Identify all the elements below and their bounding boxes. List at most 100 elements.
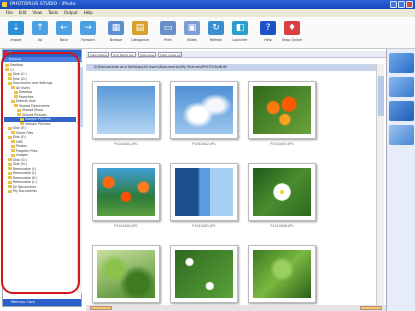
status-segment [90, 306, 112, 310]
menu-item-help[interactable]: Help [84, 9, 93, 17]
folder-icon [17, 108, 21, 112]
toolbar-label: Up [37, 38, 43, 42]
up-button[interactable]: ↑ Up [28, 17, 52, 49]
categorize-icon: ▤ [132, 21, 148, 35]
filter-dropdown[interactable]: Date range All [158, 51, 183, 57]
photo-image [253, 168, 311, 216]
print-icon: ▭ [160, 21, 176, 35]
memory-card-label: Memory Card [11, 300, 35, 304]
menu-item-output[interactable]: Output [64, 9, 78, 17]
forward-arrow-icon: → [80, 21, 96, 35]
shop-online-button[interactable]: ♦ Shop Online [280, 17, 304, 49]
folder-icon [11, 86, 15, 90]
close-panel-icon[interactable] [4, 51, 8, 55]
title-bar: IPHOTOPLUS STUDIO - iPhoto [0, 0, 415, 9]
browse-button[interactable]: ▦ Browse [104, 17, 128, 49]
close-button[interactable] [406, 1, 413, 8]
folder-icon [11, 149, 15, 153]
launcher-button[interactable]: ◧ Launcher [228, 17, 252, 49]
toolbar-label: Forward [81, 38, 95, 42]
slideshow-icon: ▣ [184, 21, 200, 35]
folder-icon [8, 189, 12, 193]
size-dropdown[interactable]: Size Large [137, 51, 157, 57]
thumbnail-frame [92, 245, 160, 303]
memory-card-tab[interactable]: Memory Card [3, 299, 81, 306]
thumbnail-item[interactable]: P1010006.JPG [246, 161, 318, 231]
folder-icon [11, 153, 15, 157]
thumbnail-caption: P1010006.JPG [270, 224, 294, 228]
toolbar-label: Import [10, 38, 22, 42]
refresh-button[interactable]: ↻ Refresh [204, 17, 228, 49]
minimize-button[interactable] [390, 1, 397, 8]
toolbar-label: Back [59, 38, 68, 42]
refresh-icon: ↻ [208, 21, 224, 35]
thumbnail-frame [92, 81, 160, 139]
thumbnail-caption: P1010004.JPG [114, 224, 138, 228]
sort-dropdown[interactable]: Sort Name Asc [111, 51, 136, 57]
folder-tree-scrollbar[interactable] [77, 63, 83, 293]
folder-icon [14, 95, 18, 99]
import-button[interactable]: ⇣ Import [4, 17, 28, 49]
folder-icon [11, 131, 15, 135]
photo-image [175, 168, 233, 216]
thumbnail-item[interactable]: P1010004.JPG [90, 161, 162, 231]
preview-tile[interactable] [389, 77, 414, 97]
explorer-tab[interactable]: Explorer [3, 57, 81, 62]
thumbnail-caption: P1010001.JPG [114, 142, 138, 146]
preview-tile[interactable] [389, 101, 414, 121]
folder-icon [8, 135, 12, 139]
thumbnail-item[interactable]: P1010008.JPG [168, 243, 240, 309]
thumbnail-frame [248, 81, 316, 139]
import-icon: ⇣ [8, 21, 24, 35]
current-path: D:\Documents and Settings\All Users\Docu… [86, 64, 380, 71]
folder-panel: Folders Explorer Desktop C:\ Disk (C:) Disk… [2, 49, 83, 307]
help-button[interactable]: ? Help [256, 17, 280, 49]
preview-tile[interactable] [389, 53, 414, 73]
categorize-button[interactable]: ▤ Categorize [128, 17, 152, 49]
toolbar-label: Browse [109, 38, 122, 42]
thumbnail-scrollbar[interactable] [376, 64, 384, 306]
toolbar-label: Help [264, 38, 272, 42]
menu-item-file[interactable]: File [6, 9, 13, 17]
thumbnail-frame [92, 163, 160, 221]
maximize-button[interactable] [398, 1, 405, 8]
menu-item-tools[interactable]: Tools [48, 9, 58, 17]
toolbar-label: Refresh [209, 38, 223, 42]
thumbnail-item[interactable]: P1010003.JPG [246, 79, 318, 149]
shop-online-icon: ♦ [284, 21, 300, 35]
app-icon [2, 2, 7, 7]
folder-icon [5, 68, 9, 72]
status-bar [86, 305, 386, 311]
menu-bar: File Edit View Tools Output Help [0, 9, 415, 17]
forward-button[interactable]: → Forward [76, 17, 100, 49]
menu-item-edit[interactable]: Edit [19, 9, 27, 17]
folder-icon [8, 180, 12, 184]
scroll-thumb[interactable] [78, 67, 83, 127]
scroll-thumb[interactable] [378, 76, 384, 116]
preview-tile[interactable] [389, 125, 414, 145]
thumbnail-item[interactable]: P1010001.JPG [90, 79, 162, 149]
toolbar-label: Print [164, 38, 172, 42]
folder-icon [11, 99, 15, 103]
thumbnail-frame [170, 245, 238, 303]
thumbnail-item[interactable]: P1010007.JPG [90, 243, 162, 309]
photo-image [175, 250, 233, 298]
folder-tree-item[interactable]: My Documents [4, 189, 76, 194]
thumbnail-item[interactable]: P1010005.JPG [168, 161, 240, 231]
browse-icon: ▦ [108, 21, 124, 35]
folder-label: Sample Pictures [25, 121, 51, 126]
thumbnail-caption: P1010005.JPG [192, 224, 216, 228]
view-dropdown[interactable]: View Details [88, 51, 110, 57]
thumbnail-item[interactable]: P1010009.JPG [246, 243, 318, 309]
folder-icon [14, 90, 18, 94]
photo-image [175, 86, 233, 134]
menu-item-view[interactable]: View [32, 9, 42, 17]
thumbnail-frame [170, 81, 238, 139]
print-button[interactable]: ▭ Print [156, 17, 180, 49]
folder-tree: Desktop C:\ Disk (C:) Disk (D:) Documents an… [4, 63, 76, 293]
toolbar-label: Slides [187, 38, 197, 42]
slides-button[interactable]: ▣ Slides [180, 17, 204, 49]
back-button[interactable]: ← Back [52, 17, 76, 49]
thumbnail-frame [248, 245, 316, 303]
thumbnail-item[interactable]: P1010002.JPG [168, 79, 240, 149]
